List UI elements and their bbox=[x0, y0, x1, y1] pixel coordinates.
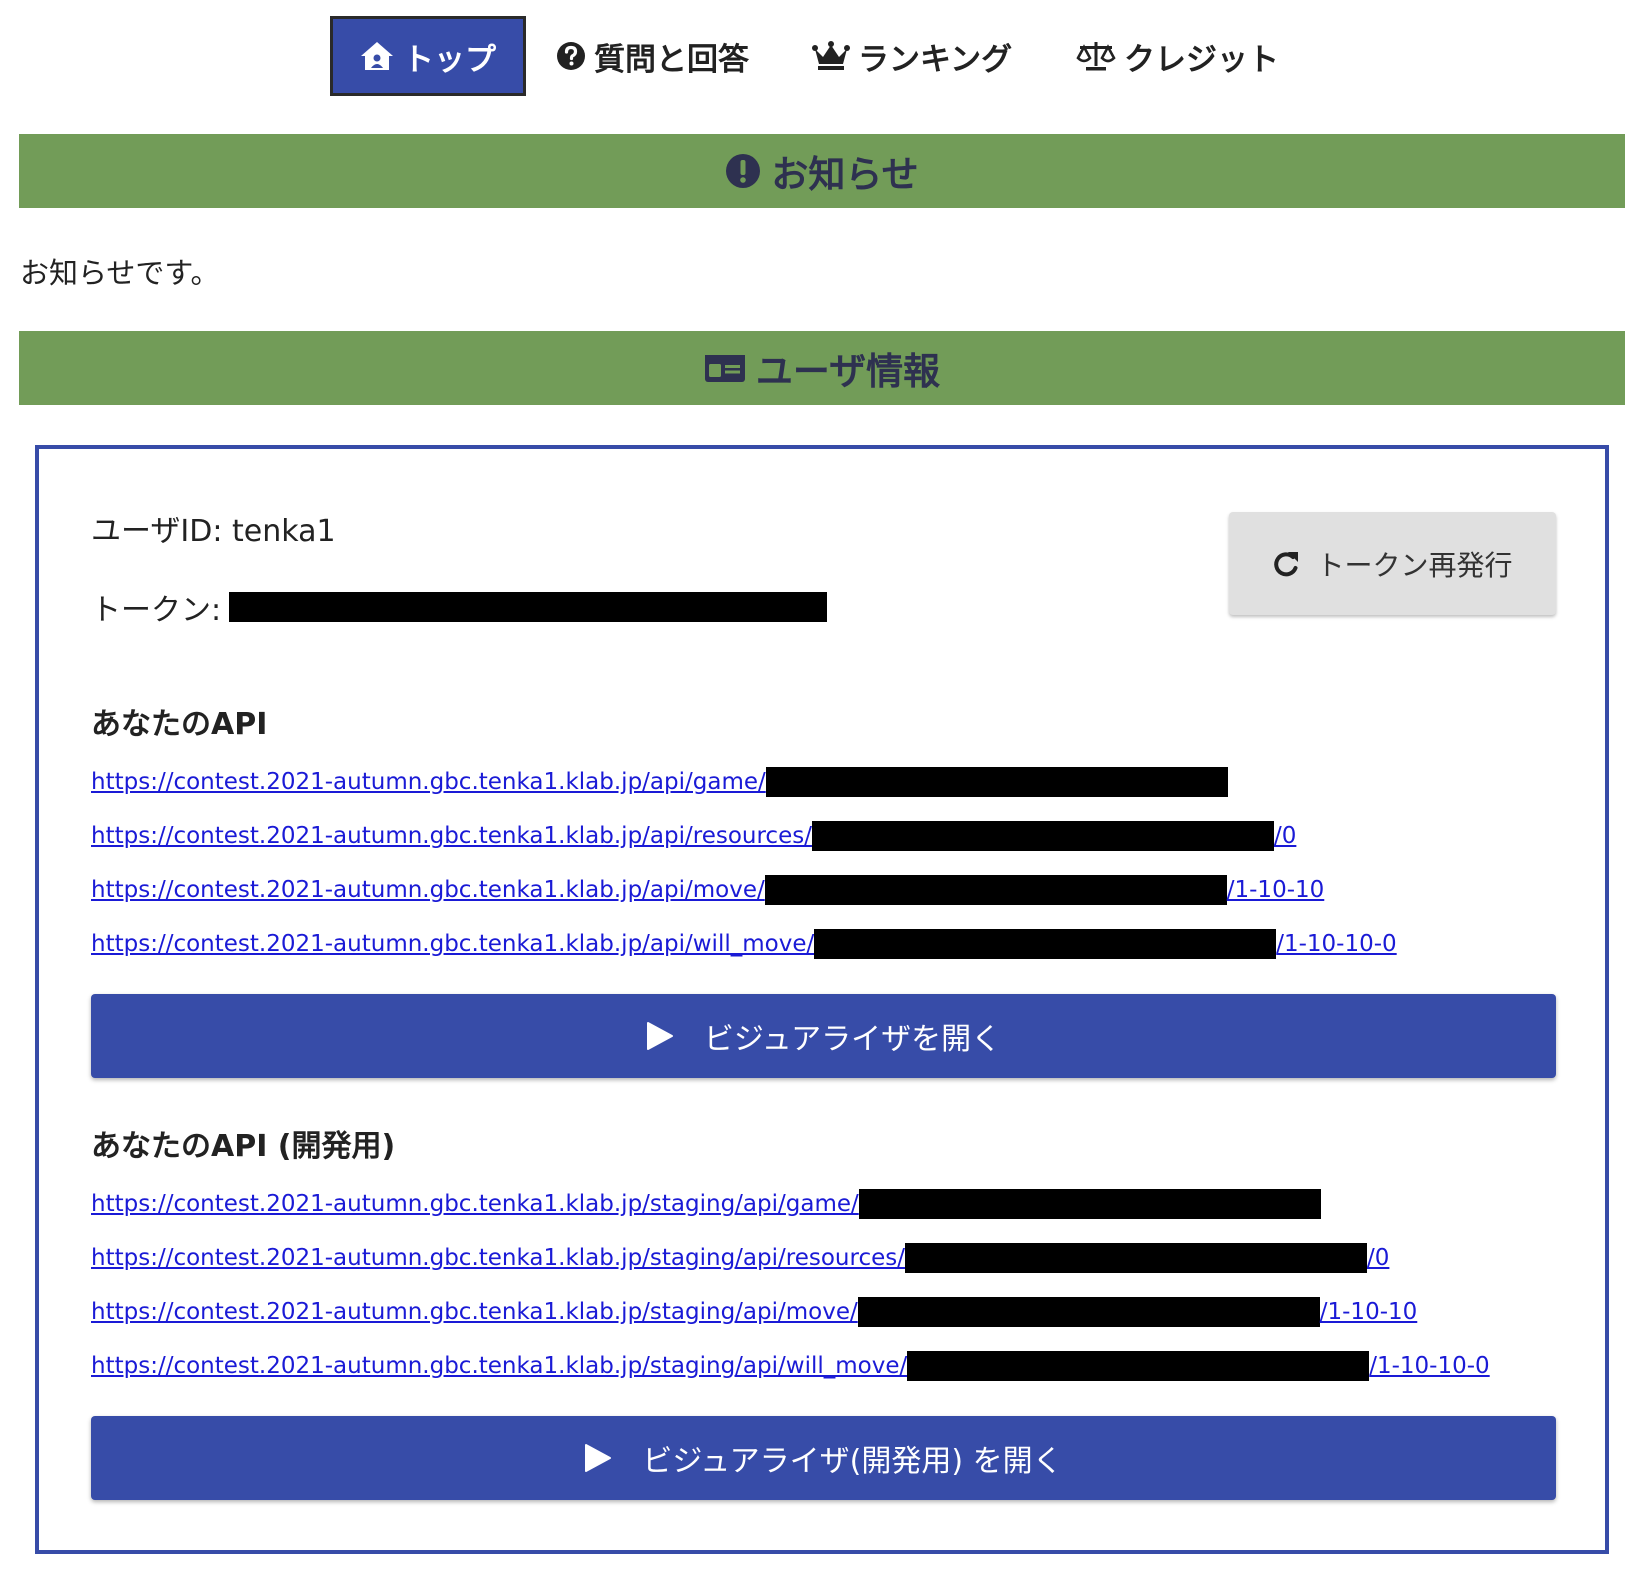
notice-title: お知らせ bbox=[771, 153, 919, 196]
link-redaction bbox=[814, 929, 1277, 959]
api-heading: あなたのAPI bbox=[91, 707, 268, 742]
api-dev-link-game[interactable]: https://contest.2021-autumn.gbc.tenka1.k… bbox=[91, 1189, 1321, 1219]
link-prefix: https://contest.2021-autumn.gbc.tenka1.k… bbox=[91, 769, 766, 795]
api-dev-link-resources[interactable]: https://contest.2021-autumn.gbc.tenka1.k… bbox=[91, 1243, 1389, 1273]
user-title: ユーザ情報 bbox=[755, 350, 941, 393]
link-prefix: https://contest.2021-autumn.gbc.tenka1.k… bbox=[91, 1191, 859, 1217]
link-suffix: /1-10-10 bbox=[1226, 877, 1325, 903]
link-redaction bbox=[858, 1189, 1321, 1219]
api-link-game[interactable]: https://contest.2021-autumn.gbc.tenka1.k… bbox=[91, 767, 1228, 797]
link-redaction bbox=[904, 1243, 1367, 1273]
link-suffix: /0 bbox=[1273, 823, 1297, 849]
api-link-row: https://contest.2021-autumn.gbc.tenka1.k… bbox=[91, 767, 1551, 821]
api-link-row: https://contest.2021-autumn.gbc.tenka1.k… bbox=[91, 1351, 1551, 1405]
api-link-list: https://contest.2021-autumn.gbc.tenka1.k… bbox=[91, 767, 1551, 983]
nav-item-label: ランキング bbox=[858, 41, 1013, 78]
api-dev-heading: あなたのAPI (開発用) bbox=[91, 1129, 396, 1164]
notice-section-header: お知らせ bbox=[19, 134, 1625, 208]
link-prefix: https://contest.2021-autumn.gbc.tenka1.k… bbox=[91, 931, 815, 957]
exclamation-circle-icon bbox=[725, 153, 761, 189]
open-visualizer-label: ビジュアライザを開く bbox=[703, 1022, 1002, 1057]
nav-item-top[interactable]: トップ bbox=[330, 16, 526, 96]
play-icon bbox=[646, 1021, 674, 1051]
api-link-row: https://contest.2021-autumn.gbc.tenka1.k… bbox=[91, 929, 1551, 983]
redo-icon bbox=[1272, 549, 1302, 579]
link-suffix: /1-10-10 bbox=[1319, 1299, 1418, 1325]
link-prefix: https://contest.2021-autumn.gbc.tenka1.k… bbox=[91, 823, 812, 849]
api-link-row: https://contest.2021-autumn.gbc.tenka1.k… bbox=[91, 1189, 1551, 1243]
token-redaction bbox=[229, 592, 828, 622]
link-redaction bbox=[765, 767, 1228, 797]
api-dev-link-will-move[interactable]: https://contest.2021-autumn.gbc.tenka1.k… bbox=[91, 1351, 1490, 1381]
user-info-card: ユーザID: tenka1 トークン: トークン再発行 あなたのAPI http… bbox=[35, 445, 1609, 1554]
api-dev-link-move[interactable]: https://contest.2021-autumn.gbc.tenka1.k… bbox=[91, 1297, 1417, 1327]
home-icon bbox=[359, 40, 395, 72]
nav-item-label: トップ bbox=[403, 41, 496, 78]
id-card-icon bbox=[704, 352, 746, 384]
api-link-row: https://contest.2021-autumn.gbc.tenka1.k… bbox=[91, 875, 1551, 929]
api-dev-link-list: https://contest.2021-autumn.gbc.tenka1.k… bbox=[91, 1189, 1551, 1405]
question-icon bbox=[556, 41, 586, 71]
nav-item-ranking[interactable]: ランキング bbox=[812, 16, 1012, 96]
nav-item-label: クレジット bbox=[1124, 41, 1279, 78]
api-link-row: https://contest.2021-autumn.gbc.tenka1.k… bbox=[91, 821, 1551, 875]
link-redaction bbox=[857, 1297, 1320, 1327]
open-visualizer-button[interactable]: ビジュアライザを開く bbox=[91, 994, 1556, 1078]
userid-row: ユーザID: tenka1 bbox=[91, 506, 336, 550]
link-redaction bbox=[907, 1351, 1370, 1381]
api-link-row: https://contest.2021-autumn.gbc.tenka1.k… bbox=[91, 1243, 1551, 1297]
link-suffix: /1-10-10-0 bbox=[1369, 1353, 1490, 1379]
api-link-row: https://contest.2021-autumn.gbc.tenka1.k… bbox=[91, 1297, 1551, 1351]
api-link-move[interactable]: https://contest.2021-autumn.gbc.tenka1.k… bbox=[91, 875, 1324, 905]
api-link-will-move[interactable]: https://contest.2021-autumn.gbc.tenka1.k… bbox=[91, 929, 1397, 959]
link-suffix: /0 bbox=[1366, 1245, 1390, 1271]
token-label: トークン: bbox=[91, 593, 222, 628]
link-redaction bbox=[811, 821, 1274, 851]
nav-item-credit[interactable]: クレジット bbox=[1076, 16, 1279, 96]
open-visualizer-dev-button[interactable]: ビジュアライザ(開発用) を開く bbox=[91, 1416, 1556, 1500]
crown-icon bbox=[812, 40, 850, 72]
scale-icon bbox=[1076, 40, 1116, 72]
link-suffix: /1-10-10-0 bbox=[1276, 931, 1397, 957]
api-link-resources[interactable]: https://contest.2021-autumn.gbc.tenka1.k… bbox=[91, 821, 1296, 851]
nav-item-qa[interactable]: 質問と回答 bbox=[556, 16, 749, 96]
link-prefix: https://contest.2021-autumn.gbc.tenka1.k… bbox=[91, 1299, 858, 1325]
user-section-header: ユーザ情報 bbox=[19, 331, 1625, 405]
notice-text: お知らせです。 bbox=[20, 256, 220, 290]
token-row: トークン: bbox=[91, 585, 828, 629]
link-prefix: https://contest.2021-autumn.gbc.tenka1.k… bbox=[91, 1353, 908, 1379]
link-redaction bbox=[764, 875, 1227, 905]
open-visualizer-dev-label: ビジュアライザ(開発用) を開く bbox=[642, 1444, 1063, 1479]
link-prefix: https://contest.2021-autumn.gbc.tenka1.k… bbox=[91, 1245, 905, 1271]
reissue-token-label: トークン再発行 bbox=[1316, 548, 1513, 582]
play-icon bbox=[584, 1443, 612, 1473]
nav-item-label: 質問と回答 bbox=[594, 41, 749, 78]
top-nav: トップ 質問と回答 ランキング クレジット bbox=[0, 16, 1638, 96]
link-prefix: https://contest.2021-autumn.gbc.tenka1.k… bbox=[91, 877, 765, 903]
reissue-token-button[interactable]: トークン再発行 bbox=[1229, 512, 1556, 615]
userid-label: ユーザID: tenka1 bbox=[91, 514, 336, 549]
